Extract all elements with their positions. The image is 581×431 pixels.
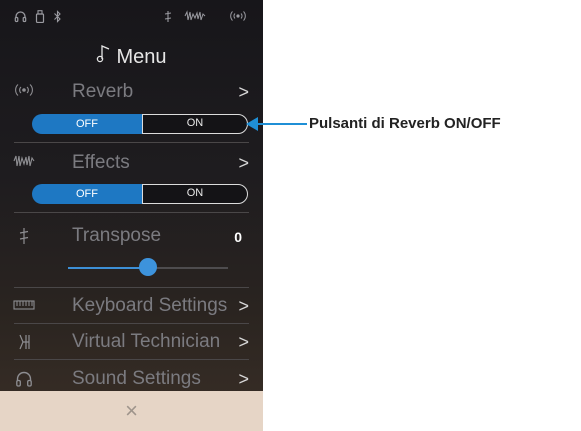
chevron-right-icon: > [238,82,249,102]
keyboard-settings-label: Keyboard Settings [72,295,228,316]
menu-item-transpose: Transpose 0 [0,218,263,254]
reverb-on-button[interactable]: ON [142,114,248,134]
chevron-right-icon: > [238,332,249,352]
transpose-icon [163,10,173,26]
bluetooth-icon [53,10,62,26]
effects-icon [13,154,35,172]
reverb-toggle[interactable]: OFF ON [32,114,248,134]
menu-item-effects[interactable]: Effects > [0,145,263,181]
slider-fill [68,267,148,269]
chevron-right-icon: > [238,296,249,316]
close-button[interactable]: × [0,391,263,431]
callout-label: Pulsanti di Reverb ON/OFF [309,115,501,132]
effects-off-button[interactable]: OFF [32,184,142,204]
page-title: Menu [0,43,263,71]
menu-item-virtual-technician[interactable]: Virtual Technician > [0,324,263,360]
effects-on-button[interactable]: ON [142,184,248,204]
transpose-icon [13,227,35,245]
transpose-label: Transpose [72,225,162,246]
status-bar [0,0,263,34]
slider-knob[interactable] [139,258,157,276]
menu-title-label: Menu [116,46,167,68]
callout-line [249,123,307,125]
virtual-technician-label: Virtual Technician [72,331,221,352]
keyboard-icon [13,297,35,315]
divider [14,142,249,143]
reverb-off-button[interactable]: OFF [32,114,142,134]
music-note-icon [96,43,112,71]
menu-item-reverb[interactable]: Reverb > [0,74,263,110]
effects-toggle[interactable]: OFF ON [32,184,248,204]
reverb-icon [228,10,248,25]
headphones-icon [13,370,35,388]
reverb-label: Reverb [72,81,134,102]
usb-icon [35,10,45,26]
effects-label: Effects [72,152,130,173]
chevron-right-icon: > [238,153,249,173]
footer-bar: × [0,391,263,431]
transpose-value: 0 [234,229,242,245]
sound-settings-label: Sound Settings [72,368,201,389]
technician-icon [13,333,35,351]
chevron-right-icon: > [238,369,249,389]
reverb-icon [13,83,35,101]
piano-app-screen: Menu Reverb > OFF ON Effects > OFF ON Tr… [0,0,263,431]
effects-icon [184,10,206,25]
menu-item-keyboard-settings[interactable]: Keyboard Settings > [0,288,263,324]
transpose-slider[interactable] [68,258,228,276]
headphones-icon [14,10,27,26]
divider [14,359,249,360]
divider [14,212,249,213]
